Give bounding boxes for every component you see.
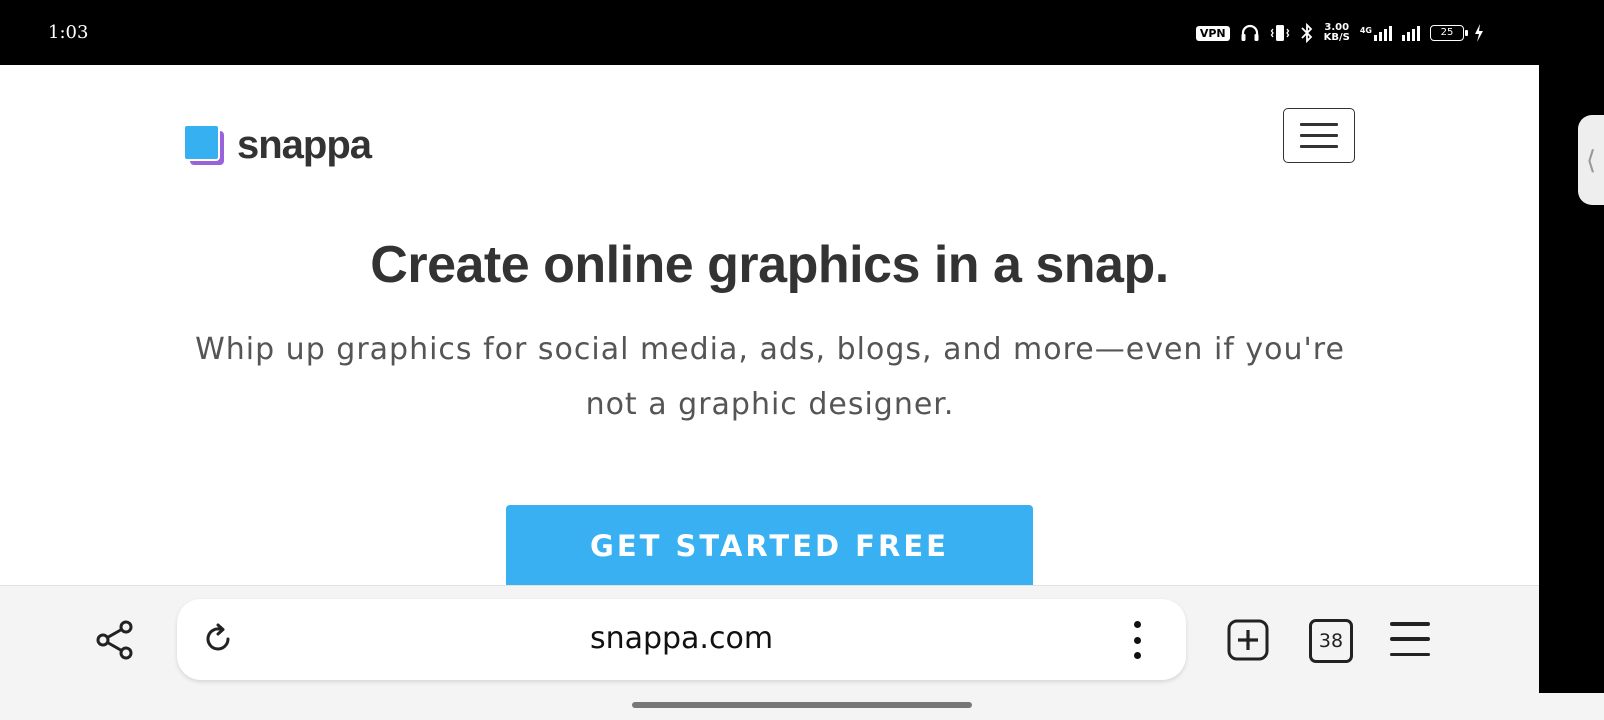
hamburger-icon bbox=[1300, 123, 1338, 126]
battery-icon: 25 bbox=[1430, 25, 1468, 41]
share-icon[interactable] bbox=[95, 620, 135, 660]
charging-icon bbox=[1475, 24, 1483, 42]
headphones-icon bbox=[1241, 24, 1259, 41]
status-time: 1:03 bbox=[48, 22, 89, 43]
network-type: 4G bbox=[1359, 25, 1372, 35]
gesture-bar bbox=[0, 693, 1604, 720]
signal-icon-2 bbox=[1402, 25, 1420, 41]
side-panel-handle[interactable]: ⟨ bbox=[1578, 115, 1604, 205]
signal-icon: 4G bbox=[1359, 25, 1392, 41]
logo-text: snappa bbox=[237, 123, 372, 167]
hero-title: Create online graphics in a snap. bbox=[370, 236, 1169, 294]
browser-toolbar: snappa.com 38 bbox=[0, 585, 1539, 693]
address-bar[interactable]: snappa.com bbox=[177, 599, 1186, 680]
chevron-left-icon: ⟨ bbox=[1586, 144, 1597, 175]
status-icons: VPN 3.00 KB/S 4G 25 bbox=[1195, 20, 1484, 46]
network-speed: 3.00 KB/S bbox=[1324, 23, 1350, 43]
logo-mark-icon bbox=[183, 123, 225, 166]
status-bar: 1:03 VPN 3.00 KB/S 4G 25 bbox=[0, 0, 1604, 65]
menu-icon[interactable] bbox=[1390, 622, 1430, 656]
vpn-icon: VPN bbox=[1195, 25, 1230, 41]
more-vert-icon[interactable] bbox=[1132, 621, 1142, 659]
vibrate-icon bbox=[1270, 25, 1289, 41]
hero-subtitle: Whip up graphics for social media, ads, … bbox=[195, 332, 1345, 422]
nav-menu-button[interactable] bbox=[1283, 108, 1355, 163]
speed-unit: KB/S bbox=[1323, 32, 1350, 43]
url-text[interactable]: snappa.com bbox=[177, 621, 1186, 656]
web-page: snappa Create online graphics in a snap.… bbox=[0, 65, 1539, 585]
bluetooth-icon bbox=[1300, 23, 1312, 43]
home-indicator[interactable] bbox=[632, 702, 972, 708]
get-started-button[interactable]: GET STARTED FREE bbox=[506, 505, 1033, 585]
new-tab-icon[interactable] bbox=[1227, 619, 1269, 661]
tabs-count-button[interactable]: 38 bbox=[1309, 619, 1353, 663]
snappa-logo[interactable]: snappa bbox=[183, 123, 372, 168]
